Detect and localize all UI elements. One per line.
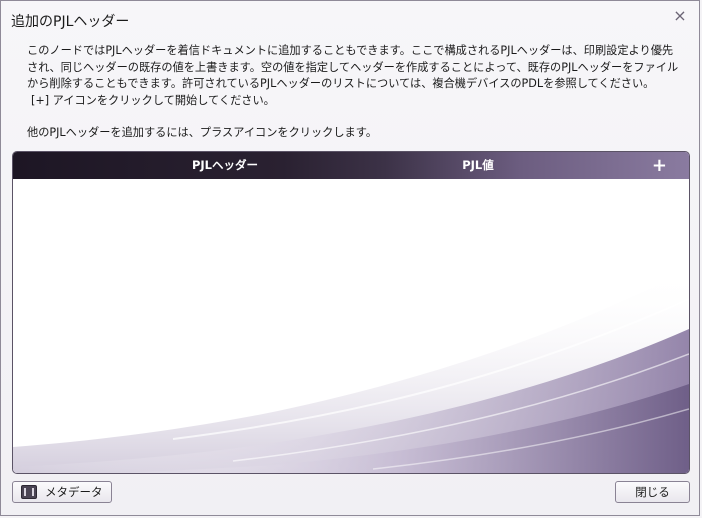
metadata-icon (21, 484, 37, 499)
description-line: このノードではPJLヘッダーを着信ドキュメントに追加することもできます。ここで構… (27, 44, 674, 57)
metadata-button[interactable]: メタデータ (12, 481, 112, 503)
add-row-plus-icon[interactable]: + (652, 152, 667, 179)
metadata-button-label: メタデータ (45, 485, 103, 499)
background-swoosh-decoration (13, 269, 689, 473)
table-header: PJLヘッダー PJL値 + (13, 152, 689, 179)
description-line: され、同じヘッダーの既存の値を上書きます。空の値を指定してヘッダーを作成すること… (27, 60, 679, 74)
pjl-header-dialog: 追加のPJLヘッダー × このノードではPJLヘッダーを着信ドキュメントに追加す… (0, 0, 700, 516)
description-line: [+] アイコンをクリックして開始してください。 (31, 93, 275, 107)
dialog-title: 追加のPJLヘッダー (11, 14, 130, 30)
add-hint-text: 他のPJLヘッダーを追加するには、プラスアイコンをクリックします。 (27, 126, 378, 139)
column-header-pjl-value: PJL値 (462, 158, 494, 172)
table-body (13, 179, 689, 473)
description-line: から削除することもできます。許可されているPJLヘッダーのリストについては、複合… (27, 77, 655, 90)
pjl-header-table: PJLヘッダー PJL値 + (12, 151, 690, 474)
close-button[interactable]: 閉じる (615, 481, 690, 503)
close-icon[interactable]: × (671, 7, 689, 25)
dialog-description: このノードではPJLヘッダーを着信ドキュメントに追加することもできます。ここで構… (27, 43, 681, 109)
